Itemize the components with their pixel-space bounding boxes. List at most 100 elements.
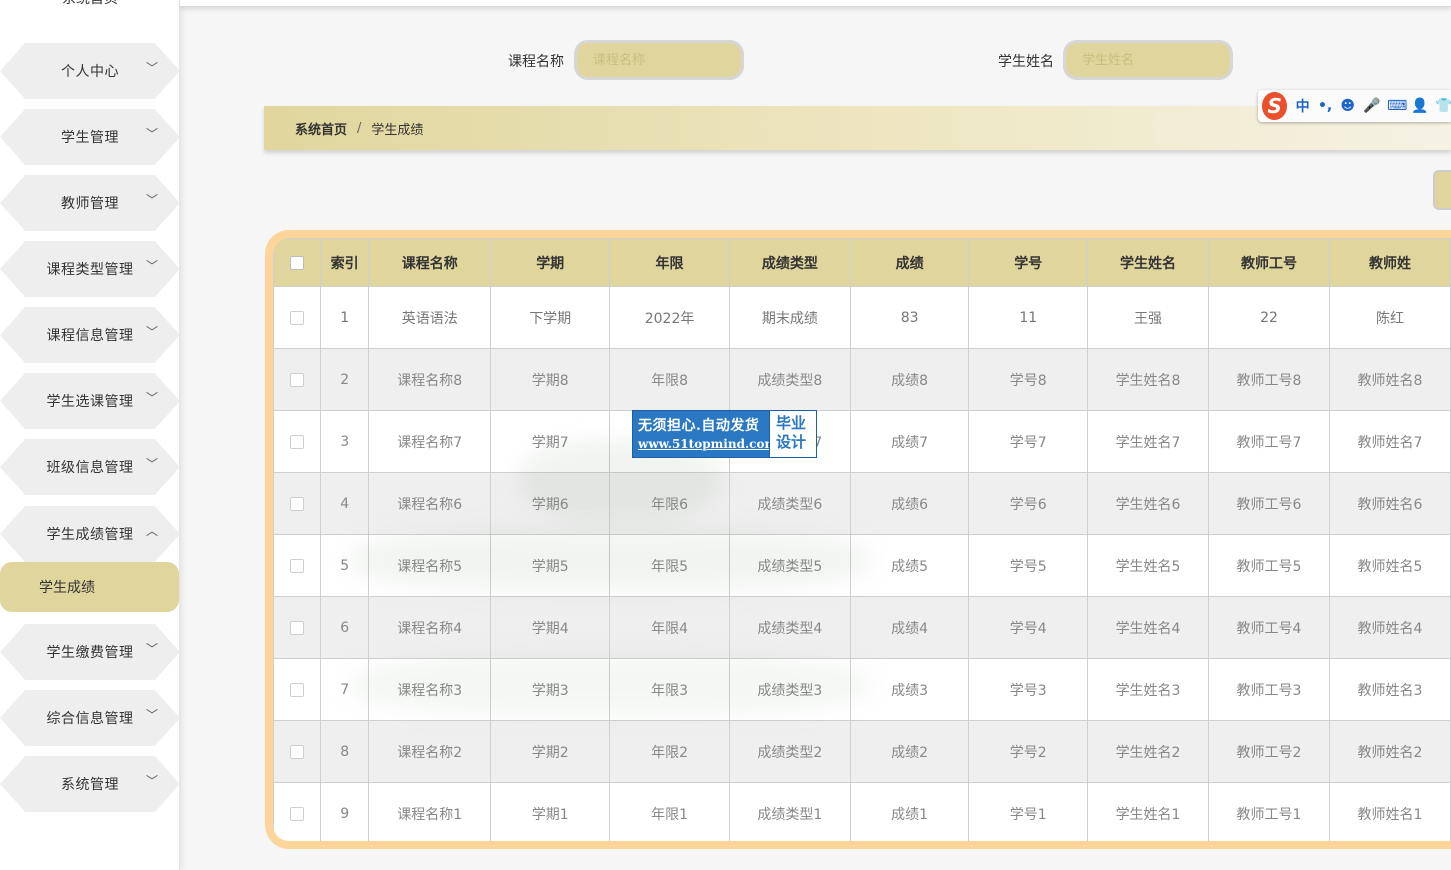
- table-row[interactable]: 9 课程名称1 学期1 年限1 成绩类型1 成绩1 学号1 学生姓名1 教师工号1 教师姓名1: [273, 782, 1451, 841]
- cell-teacher-id: 教师工号3: [1208, 658, 1330, 721]
- cell-year: 2022年: [609, 286, 730, 349]
- header-year: 年限: [609, 238, 730, 287]
- chevron-down-icon: ﹀: [146, 642, 159, 656]
- row-checkbox[interactable]: [290, 372, 305, 387]
- cell-student-name: 学生姓名5: [1087, 534, 1209, 597]
- row-checkbox[interactable]: [290, 682, 305, 697]
- row-checkbox-cell[interactable]: [273, 534, 322, 597]
- row-checkbox[interactable]: [290, 496, 305, 511]
- sidebar-item-label: 综合信息管理: [46, 711, 134, 727]
- row-checkbox-cell[interactable]: [273, 410, 322, 473]
- cell-student-name: 学生姓名1: [1087, 782, 1209, 841]
- chevron-down-icon: ﹀: [146, 325, 159, 339]
- table-row[interactable]: 5 课程名称5 学期5 年限5 成绩类型5 成绩5 学号5 学生姓名5 教师工号5 教师姓名5: [273, 534, 1451, 597]
- watermark-right1: 毕业: [776, 414, 807, 432]
- cell-index: 5: [320, 534, 370, 597]
- chevron-down-icon: ﹀: [146, 457, 159, 471]
- header-student-name: 学生姓名: [1087, 238, 1209, 287]
- header-index: 索引: [320, 238, 370, 287]
- sidebar-item-score-mgmt[interactable]: 学生成绩管理 ︿: [0, 506, 179, 562]
- row-checkbox-cell[interactable]: [273, 782, 322, 841]
- sidebar-item-home[interactable]: 系统首页: [0, 0, 179, 18]
- sidebar-item-course-info-mgmt[interactable]: 课程信息管理 ﹀: [0, 307, 179, 363]
- chevron-down-icon: ﹀: [146, 708, 159, 722]
- sidebar-item-payment-mgmt[interactable]: 学生缴费管理 ﹀: [0, 624, 179, 680]
- sidebar-item-general-info-mgmt[interactable]: 综合信息管理 ﹀: [0, 690, 179, 746]
- cell-course-name: 课程名称6: [368, 472, 492, 535]
- chinese-mode-icon[interactable]: 中: [1295, 96, 1310, 116]
- cell-course-name: 英语语法: [368, 286, 492, 349]
- table-row[interactable]: 6 课程名称4 学期4 年限4 成绩类型4 成绩4 学号4 学生姓名4 教师工号4 教师姓名4: [273, 596, 1451, 659]
- table-row[interactable]: 4 课程名称6 学期6 年限6 成绩类型6 成绩6 学号6 学生姓名6 教师工号6 教师姓名6: [273, 472, 1451, 535]
- chevron-down-icon: ﹀: [146, 127, 159, 141]
- table-row[interactable]: 1 英语语法 下学期 2022年 期末成绩 83 11 王强 22 陈红: [273, 286, 1451, 349]
- row-checkbox-cell[interactable]: [273, 348, 322, 411]
- cell-student-name: 学生姓名4: [1087, 596, 1209, 659]
- cell-teacher-name: 教师姓名3: [1328, 658, 1451, 721]
- sidebar-item-label: 学生管理: [61, 130, 119, 146]
- action-button[interactable]: [1433, 170, 1451, 210]
- row-checkbox-cell[interactable]: [273, 472, 322, 535]
- sidebar-item-course-selection-mgmt[interactable]: 学生选课管理 ﹀: [0, 373, 179, 429]
- cell-teacher-name: 教师姓名1: [1328, 782, 1451, 841]
- row-checkbox[interactable]: [290, 310, 305, 325]
- cell-student-id: 学号5: [968, 534, 1089, 597]
- row-checkbox[interactable]: [290, 620, 305, 635]
- row-checkbox[interactable]: [290, 744, 305, 759]
- cell-student-id: 学号1: [968, 782, 1089, 841]
- breadcrumb-home[interactable]: 系统首页: [295, 119, 347, 138]
- cell-score: 成绩2: [849, 720, 970, 783]
- microphone-icon[interactable]: 🎤: [1363, 98, 1380, 114]
- course-name-input[interactable]: [574, 40, 744, 80]
- ime-toolbar[interactable]: S 中 •, ☻ 🎤 ⌨ 👤 👕: [1258, 90, 1451, 122]
- keyboard-icon[interactable]: ⌨: [1387, 98, 1407, 114]
- sidebar-item-label: 个人中心: [61, 64, 119, 80]
- chevron-down-icon: ﹀: [146, 391, 159, 405]
- cell-semester: 学期5: [490, 534, 611, 597]
- table-row[interactable]: 3课程名称7学期7年限7成绩类型7成绩7学号7学生姓名7教师工号7教师姓名7: [273, 410, 1451, 473]
- cell-year: 年限1: [609, 782, 730, 841]
- row-checkbox-cell[interactable]: [273, 286, 322, 349]
- select-all-checkbox-cell[interactable]: [273, 238, 322, 287]
- cell-score-type: 期末成绩: [728, 286, 851, 349]
- row-checkbox[interactable]: [290, 806, 305, 821]
- scores-table: 索引 课程名称 学期 年限 成绩类型 成绩 学号 学生姓名 教师工号 教师姓 1…: [273, 238, 1451, 841]
- sogou-logo-icon[interactable]: S: [1262, 92, 1288, 120]
- cell-student-id: 学号8: [968, 348, 1089, 411]
- sidebar-item-personal-center[interactable]: 个人中心 ﹀: [0, 43, 179, 99]
- sidebar-item-student-mgmt[interactable]: 学生管理 ﹀: [0, 109, 179, 165]
- table-row[interactable]: 2 课程名称8 学期8 年限8 成绩类型8 成绩8 学号8 学生姓名8 教师工号8 教师姓名8: [273, 348, 1451, 411]
- select-all-checkbox[interactable]: [290, 255, 305, 270]
- cell-student-name: 学生姓名8: [1087, 348, 1209, 411]
- cell-score: 成绩1: [849, 782, 970, 841]
- submenu-student-scores[interactable]: 学生成绩: [0, 562, 179, 612]
- skin-icon[interactable]: 👕: [1435, 98, 1451, 114]
- table-row[interactable]: 8 课程名称2 学期2 年限2 成绩类型2 成绩2 学号2 学生姓名2 教师工号2 教师姓名2: [273, 720, 1451, 783]
- row-checkbox-cell[interactable]: [273, 720, 322, 783]
- sidebar-item-class-info-mgmt[interactable]: 班级信息管理 ﹀: [0, 439, 179, 495]
- table-header-row: 索引 课程名称 学期 年限 成绩类型 成绩 学号 学生姓名 教师工号 教师姓: [273, 238, 1451, 287]
- row-checkbox-cell[interactable]: [273, 658, 322, 721]
- row-checkbox[interactable]: [290, 558, 305, 573]
- row-checkbox[interactable]: [290, 434, 305, 449]
- table-row[interactable]: 7 课程名称3 学期3 年限3 成绩类型3 成绩3 学号3 学生姓名3 教师工号3 教师姓名3: [273, 658, 1451, 721]
- row-checkbox-cell[interactable]: [273, 596, 322, 659]
- sidebar-item-label: 教师管理: [61, 196, 119, 212]
- sidebar-item-course-type-mgmt[interactable]: 课程类型管理 ﹀: [0, 241, 179, 297]
- cell-year: 年限2: [609, 720, 730, 783]
- cell-student-name: 王强: [1087, 286, 1209, 349]
- cell-student-name: 学生姓名7: [1087, 410, 1209, 473]
- cell-student-id: 学号3: [968, 658, 1089, 721]
- cell-student-id: 学号4: [968, 596, 1089, 659]
- sidebar-item-teacher-mgmt[interactable]: 教师管理 ﹀: [0, 175, 179, 231]
- cell-index: 1: [320, 286, 370, 349]
- emoji-icon[interactable]: ☻: [1340, 98, 1355, 114]
- punctuation-icon[interactable]: •,: [1318, 98, 1333, 114]
- sidebar-item-label: 系统首页: [62, 0, 118, 8]
- sidebar-item-system-mgmt[interactable]: 系统管理 ﹀: [0, 756, 179, 812]
- user-icon[interactable]: 👤: [1411, 98, 1428, 114]
- header-course-name: 课程名称: [368, 238, 492, 287]
- student-name-input[interactable]: [1063, 40, 1233, 80]
- cell-student-id: 学号7: [968, 410, 1089, 473]
- cell-semester: 学期7: [490, 410, 611, 473]
